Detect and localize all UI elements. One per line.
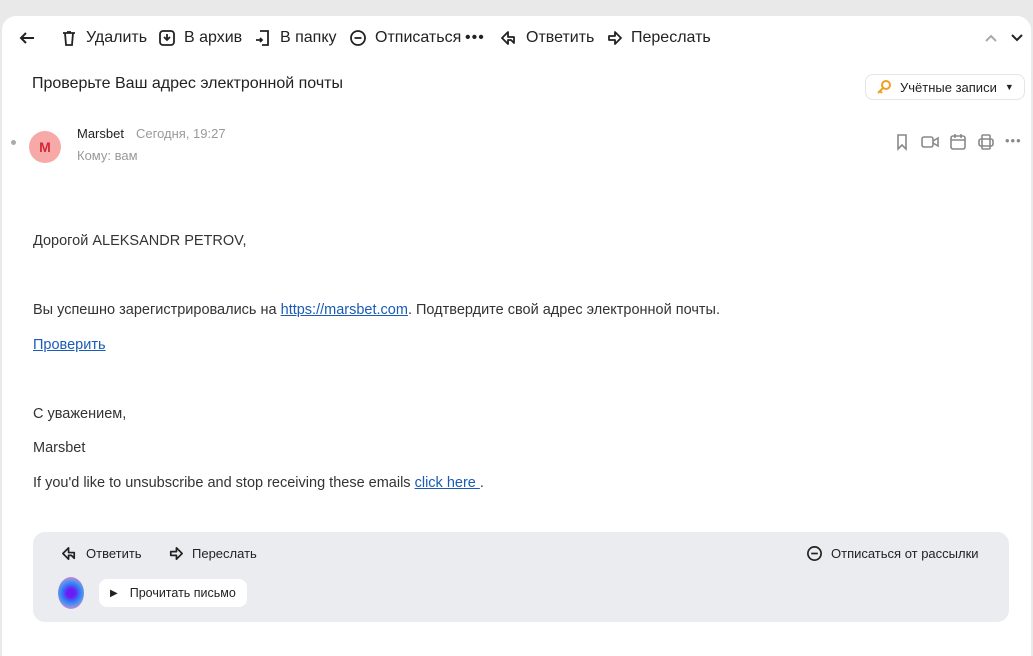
unsubscribe-line: If you'd like to unsubscribe and stop re…	[33, 475, 484, 491]
forward-icon	[169, 546, 183, 561]
play-icon: ▶	[110, 587, 118, 599]
email-subject: Проверьте Ваш адрес электронной почты	[32, 75, 343, 92]
bookmark-icon[interactable]	[893, 133, 911, 151]
more-button[interactable]: •••	[465, 29, 485, 47]
sender-name[interactable]: Marsbet	[77, 126, 124, 141]
message-date: Сегодня, 19:27	[136, 126, 226, 141]
body-text: .	[479, 475, 484, 491]
folder-move-icon	[256, 30, 269, 46]
assistant-orb-icon[interactable]	[58, 577, 84, 609]
reply-icon	[501, 31, 515, 45]
footer-unsubscribe-button[interactable]: Отписаться от рассылки	[806, 545, 979, 562]
next-email-button[interactable]	[1008, 29, 1026, 47]
footer-forward-button[interactable]: Переслать	[167, 545, 257, 562]
delete-button[interactable]: Удалить	[60, 29, 147, 47]
signature: Marsbet	[33, 440, 86, 456]
chevron-down-icon	[1011, 34, 1023, 42]
unread-dot[interactable]	[11, 140, 16, 145]
forward-button[interactable]: Переслать	[605, 29, 711, 47]
delete-label: Удалить	[86, 29, 148, 46]
arrow-left-icon	[19, 32, 34, 44]
marsbet-link[interactable]: https://marsbet.com	[281, 302, 408, 318]
print-icon[interactable]	[977, 133, 995, 151]
greeting: Дорогой ALEKSANDR PETROV,	[33, 233, 247, 249]
archive-label: В архив	[184, 29, 243, 46]
accounts-dropdown[interactable]: Учётные записи ▼	[865, 74, 1025, 100]
message-actions: •••	[893, 133, 1022, 151]
calendar-icon[interactable]	[949, 133, 967, 151]
minus-circle-icon	[807, 546, 822, 561]
verify-link[interactable]: Проверить	[33, 337, 106, 353]
archive-icon	[159, 30, 175, 46]
video-call-icon[interactable]	[921, 133, 939, 151]
body-text: If you'd like to unsubscribe and stop re…	[33, 475, 415, 491]
accounts-label: Учётные записи	[900, 79, 997, 95]
folder-label: В папку	[280, 29, 337, 46]
previous-email-button[interactable]	[982, 29, 1000, 47]
unsubscribe-label: Отписаться	[375, 29, 462, 46]
forward-label: Переслать	[192, 546, 257, 561]
body-text: . Подтвердите свой адрес электронной поч…	[407, 302, 720, 318]
key-icon	[877, 80, 891, 94]
regards: С уважением,	[33, 406, 127, 422]
avatar[interactable]: M	[29, 131, 61, 163]
quick-actions-panel: Ответить Переслать Отписаться от рассылк…	[33, 532, 1009, 622]
read-label: Прочитать письмо	[129, 586, 236, 600]
recipient: Кому: вам	[77, 148, 138, 163]
chevron-up-icon	[985, 34, 997, 42]
reply-button[interactable]: Ответить	[500, 29, 594, 47]
footer-reply-button[interactable]: Ответить	[61, 545, 142, 562]
archive-button[interactable]: В архив	[158, 29, 242, 47]
unsubscribe-link[interactable]: click here	[415, 475, 480, 491]
minus-circle-icon	[350, 30, 366, 46]
forward-icon	[608, 31, 622, 45]
more-icon[interactable]: •••	[1005, 133, 1022, 151]
more-icon: •••	[465, 29, 485, 46]
move-to-folder-button[interactable]: В папку	[254, 29, 337, 47]
reply-label: Ответить	[526, 29, 595, 46]
reply-label: Ответить	[86, 546, 142, 561]
reply-icon	[62, 546, 76, 561]
unsubscribe-button[interactable]: Отписаться	[349, 29, 461, 47]
back-button[interactable]	[18, 29, 36, 47]
caret-down-icon: ▼	[1004, 82, 1014, 92]
read-aloud-button[interactable]: ▶ Прочитать письмо	[99, 579, 247, 607]
forward-label: Переслать	[631, 29, 711, 46]
body-text: Вы успешно зарегистрировались на	[33, 302, 281, 318]
unsubscribe-label: Отписаться от рассылки	[831, 546, 979, 561]
trash-icon	[63, 31, 75, 46]
body-line: Вы успешно зарегистрировались на https:/…	[33, 302, 720, 318]
